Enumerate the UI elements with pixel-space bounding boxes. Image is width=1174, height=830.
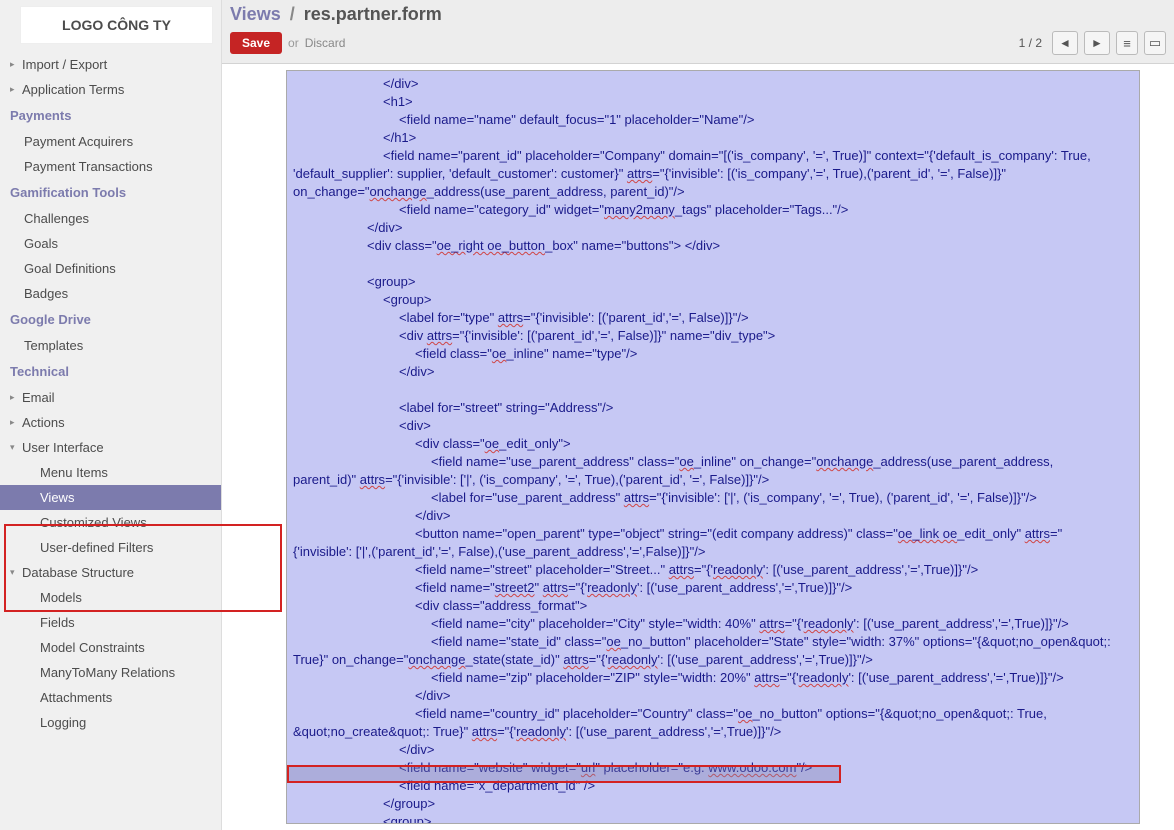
company-logo: LOGO CÔNG TY [20,6,213,44]
form-icon: ▭ [1149,35,1161,51]
nav-payment-acquirers[interactable]: Payment Acquirers [0,129,221,154]
nav-models[interactable]: Models [0,585,221,610]
prev-button[interactable]: ◄ [1052,31,1078,55]
next-button[interactable]: ► [1084,31,1110,55]
breadcrumb-separator: / [290,4,295,24]
nav-logging[interactable]: Logging [0,710,221,735]
form-view-button[interactable]: ▭ [1144,31,1166,55]
breadcrumb: Views / res.partner.form [222,0,1174,27]
content-area: </div> <h1> <field name="name" default_f… [222,64,1174,830]
nav-challenges[interactable]: Challenges [0,206,221,231]
toolbar: Save or Discard 1 / 2 ◄ ► ≡ ▭ [222,27,1174,64]
discard-link[interactable]: Discard [305,36,346,50]
nav-badges[interactable]: Badges [0,281,221,306]
nav-templates[interactable]: Templates [0,333,221,358]
nav-user-interface[interactable]: User Interface [0,435,221,460]
nav-database-structure[interactable]: Database Structure [0,560,221,585]
list-icon: ≡ [1123,36,1131,51]
xml-arch-editor[interactable]: </div> <h1> <field name="name" default_f… [286,70,1140,824]
section-google-drive: Google Drive [0,306,221,333]
nav-attachments[interactable]: Attachments [0,685,221,710]
sidebar: LOGO CÔNG TY Import / Export Application… [0,0,222,830]
nav-customized-views[interactable]: Customized Views [0,510,221,535]
save-button[interactable]: Save [230,32,282,54]
nav-email[interactable]: Email [0,385,221,410]
section-payments: Payments [0,102,221,129]
nav-application-terms[interactable]: Application Terms [0,77,221,102]
chevron-right-icon: ► [1091,36,1103,50]
nav-actions[interactable]: Actions [0,410,221,435]
nav-views[interactable]: Views [0,485,221,510]
nav-import-export[interactable]: Import / Export [0,52,221,77]
section-technical: Technical [0,358,221,385]
nav-m2m-relations[interactable]: ManyToMany Relations [0,660,221,685]
breadcrumb-views-link[interactable]: Views [230,4,281,24]
nav-goal-definitions[interactable]: Goal Definitions [0,256,221,281]
nav-menu-items[interactable]: Menu Items [0,460,221,485]
nav-goals[interactable]: Goals [0,231,221,256]
chevron-left-icon: ◄ [1059,36,1071,50]
section-gamification: Gamification Tools [0,179,221,206]
nav-model-constraints[interactable]: Model Constraints [0,635,221,660]
pager: 1 / 2 [1019,36,1042,50]
nav-user-defined-filters[interactable]: User-defined Filters [0,535,221,560]
main-area: Views / res.partner.form Save or Discard… [222,0,1174,830]
nav-payment-transactions[interactable]: Payment Transactions [0,154,221,179]
breadcrumb-current: res.partner.form [304,4,442,24]
or-text: or [288,36,299,50]
nav-fields[interactable]: Fields [0,610,221,635]
list-view-button[interactable]: ≡ [1116,31,1138,55]
